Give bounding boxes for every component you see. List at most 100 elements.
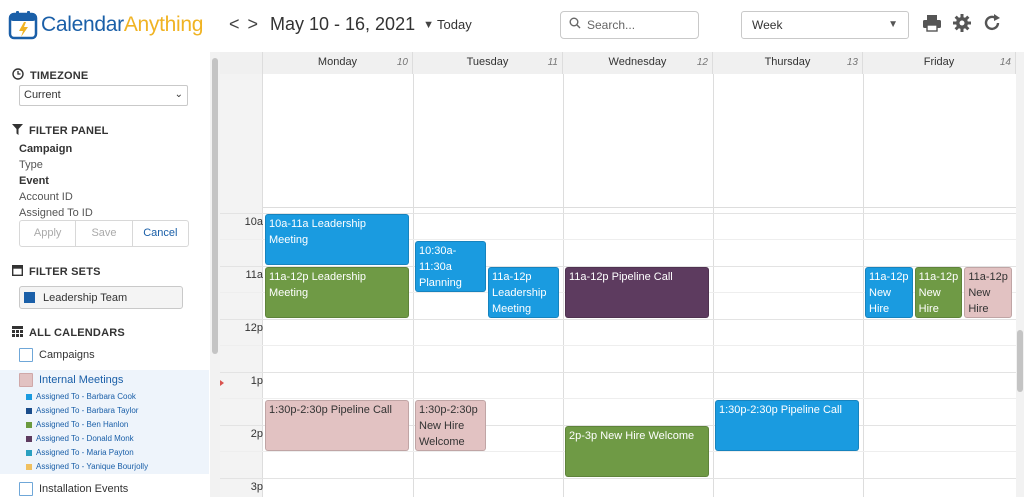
calendar-logo-icon [8, 10, 38, 40]
all-day-area[interactable] [220, 74, 1016, 208]
calendar-item-label: Internal Meetings [39, 374, 124, 386]
calendar-event[interactable]: 11a-12p New Hire Welcome [964, 267, 1012, 318]
caret-down-icon: ▼ [423, 18, 434, 31]
week-calendar: Monday 10 Tuesday 11 Wednesday 12 Thursday 1… [220, 52, 1016, 497]
day-divider [413, 74, 414, 497]
time-label-12p: 12p [244, 322, 263, 334]
sub-calendar-barbara-taylor[interactable]: Assigned To - Barbara Taylor [26, 406, 138, 415]
prev-week-button[interactable]: < [229, 14, 240, 35]
timezone-section-title: TIMEZONE [12, 68, 88, 83]
filter-set-leadership-team[interactable]: Leadership Team [19, 286, 183, 309]
app-header: CalendarAnything < > May 10 - 16, 2021 ▼… [0, 0, 1024, 52]
half-hour-line [220, 398, 1016, 399]
filter-sets-section-title: FILTER SETS [11, 264, 101, 279]
filter-sets-icon [11, 264, 24, 279]
day-header-tuesday[interactable]: Tuesday 11 [413, 52, 563, 74]
filter-item-campaign[interactable]: Campaign [19, 143, 72, 155]
time-label-3p: 3p [250, 481, 263, 493]
filter-set-label: Leadership Team [43, 291, 128, 304]
time-label-1p: 1p [250, 375, 263, 387]
filter-funnel-icon [12, 124, 23, 138]
refresh-icon[interactable] [982, 13, 1002, 38]
sub-calendar-ben-hanlon[interactable]: Assigned To - Ben Hanlon [26, 420, 128, 429]
today-button[interactable]: Today [437, 17, 472, 32]
logo-text-anything: Anything [123, 13, 204, 36]
calendar-event[interactable]: 2p-3p New Hire Welcome [565, 426, 709, 477]
day-divider [863, 74, 864, 497]
gear-icon[interactable] [952, 13, 972, 38]
sidebar-scrollbar-thumb[interactable] [212, 58, 218, 354]
sub-calendar-donald-monk[interactable]: Assigned To - Donald Monk [26, 434, 134, 443]
calendar-item-installation-events[interactable]: Installation Events [19, 482, 128, 496]
color-swatch [26, 407, 32, 414]
calendar-scrollbar-thumb[interactable] [1017, 330, 1023, 392]
calendar-item-label: Installation Events [39, 483, 129, 495]
view-select[interactable]: Week ▼ [741, 11, 909, 39]
calendar-item-internal-meetings[interactable]: Internal Meetings [19, 373, 123, 387]
time-label-2p: 2p [250, 428, 263, 440]
calendar-event[interactable]: 10a-11a Leadership Meeting [265, 214, 409, 265]
sub-calendar-barbara-cook[interactable]: Assigned To - Barbara Cook [26, 392, 136, 401]
color-swatch [26, 449, 32, 456]
calendar-event[interactable]: 10:30a-11:30a Planning Meeting [415, 240, 486, 292]
calendar-event[interactable]: 11a-12p Leadership Meeting [488, 267, 559, 318]
logo-text-calendar: Calendar [41, 13, 124, 36]
time-label-10a: 10a [244, 216, 263, 228]
color-swatch [26, 421, 32, 428]
timezone-select-value: Current [24, 89, 61, 101]
filter-item-event[interactable]: Event [19, 175, 49, 187]
calendar-grid-icon [12, 326, 23, 340]
calendar-item-label: Campaigns [39, 349, 95, 361]
app-logo[interactable]: CalendarAnything [8, 9, 203, 41]
calendar-event[interactable]: 11a-12p Pipeline Call [565, 267, 709, 318]
timezone-select[interactable]: Current ⌄ [19, 85, 188, 106]
time-gutter-header [220, 52, 263, 74]
apply-button[interactable]: Apply [20, 221, 77, 246]
date-range-label: May 10 - 16, 2021 [270, 14, 416, 34]
hour-line [220, 319, 1016, 320]
calendar-event[interactable]: 11a-12p New Hire Welcome [865, 267, 913, 318]
sub-calendar-yanique-bourjolly[interactable]: Assigned To - Yanique Bourjolly [26, 462, 148, 471]
all-calendars-section-title: ALL CALENDARS [12, 326, 125, 340]
filter-item-assigned-to-id[interactable]: Assigned To ID [19, 207, 93, 219]
calendar-event[interactable]: 1:30p-2:30p Pipeline Call [265, 399, 409, 451]
day-divider [713, 74, 714, 497]
day-divider [563, 74, 564, 497]
half-hour-line [220, 345, 1016, 346]
calendar-event[interactable]: 1:30p-2:30p New Hire Welcome [415, 399, 486, 451]
hour-line [220, 372, 1016, 373]
hour-line [220, 478, 1016, 479]
search-icon [569, 16, 581, 34]
print-icon[interactable] [922, 14, 942, 37]
next-week-button[interactable]: > [248, 14, 259, 35]
cancel-button[interactable]: Cancel [133, 221, 188, 246]
filter-panel-section-title: FILTER PANEL [12, 124, 109, 138]
filter-item-type[interactable]: Type [19, 159, 43, 171]
calendar-item-campaigns[interactable]: Campaigns [19, 348, 95, 362]
sidebar: TIMEZONE Current ⌄ FILTER PANEL Campaign… [0, 52, 209, 497]
sidebar-scrollbar[interactable] [210, 52, 220, 497]
week-navigation: < > [229, 14, 258, 35]
calendar-event[interactable]: 1:30p-2:30p Pipeline Call [715, 399, 859, 451]
calendar-event[interactable]: 11a-12p Leadership Meeting [265, 267, 409, 318]
filter-item-account-id[interactable]: Account ID [19, 191, 73, 203]
search-box [560, 11, 699, 39]
view-select-value: Week [752, 18, 783, 32]
color-swatch [26, 435, 32, 442]
search-input[interactable] [587, 18, 687, 32]
calendar-scrollbar[interactable] [1016, 52, 1024, 497]
day-header-monday[interactable]: Monday 10 [263, 52, 413, 74]
day-header-friday[interactable]: Friday 14 [863, 52, 1016, 74]
calendar-event[interactable]: 11a-12p New Hire Welcome [914, 267, 963, 318]
day-header-wednesday[interactable]: Wednesday 12 [563, 52, 713, 74]
save-button[interactable]: Save [76, 221, 133, 246]
date-range-picker[interactable]: May 10 - 16, 2021 ▼ [270, 14, 434, 35]
toolbar-icons [922, 13, 1002, 38]
calendar-checkbox[interactable] [19, 373, 33, 387]
chevron-down-icon: ⌄ [174, 89, 183, 100]
day-header-thursday[interactable]: Thursday 13 [713, 52, 863, 74]
caret-down-icon: ▼ [888, 19, 898, 30]
calendar-checkbox[interactable] [19, 348, 33, 362]
sub-calendar-maria-payton[interactable]: Assigned To - Maria Payton [26, 448, 134, 457]
calendar-checkbox[interactable] [19, 482, 33, 496]
